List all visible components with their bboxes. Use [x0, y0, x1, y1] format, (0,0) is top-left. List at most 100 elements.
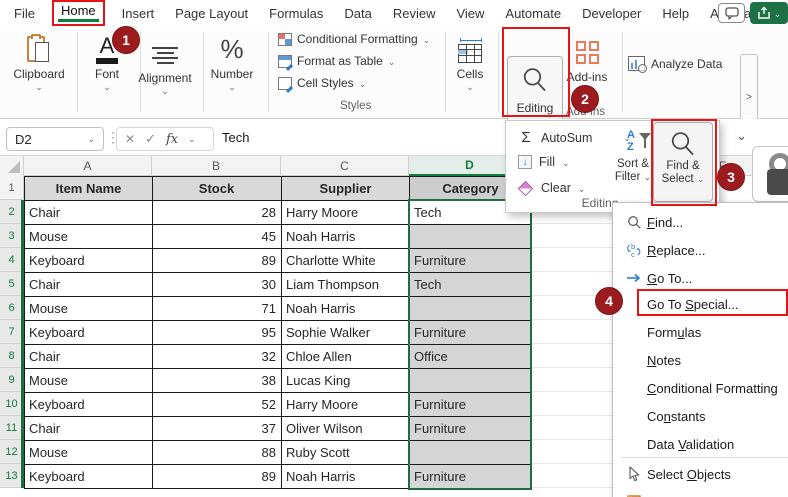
tab-automate[interactable]: Automate	[503, 4, 563, 23]
cell-item-name[interactable]: Keyboard	[25, 393, 153, 417]
cell-stock[interactable]: 28	[153, 201, 282, 225]
ribbon-tab-bar: File Home Insert Page Layout Formulas Da…	[0, 0, 788, 26]
cell-category[interactable]: Furniture	[410, 465, 532, 489]
cell-supplier[interactable]: Charlotte White	[282, 249, 410, 273]
col-header-b[interactable]: B	[152, 156, 281, 176]
tab-formulas[interactable]: Formulas	[267, 4, 325, 23]
number-group-button[interactable]: % Number ⌄	[201, 30, 263, 92]
cell-category[interactable]: Furniture	[410, 393, 532, 417]
header-cell-item-name[interactable]: Item Name	[25, 177, 153, 201]
tab-help[interactable]: Help	[660, 4, 691, 23]
cell-item-name[interactable]: Keyboard	[25, 321, 153, 345]
cell-item-name[interactable]: Chair	[25, 201, 153, 225]
clipboard-group-button[interactable]: Clipboard ⌄	[8, 30, 70, 92]
tab-insert[interactable]: Insert	[120, 4, 157, 23]
cell-supplier[interactable]: Noah Harris	[282, 297, 410, 321]
cell-stock[interactable]: 52	[153, 393, 282, 417]
cell-item-name[interactable]: Chair	[25, 273, 153, 297]
cell-supplier[interactable]: Harry Moore	[282, 393, 410, 417]
menu-item-select-objects[interactable]: Select Objects	[613, 461, 788, 487]
comments-button[interactable]	[718, 3, 745, 23]
fill-button[interactable]: ↓ Fill ⌄	[518, 155, 570, 169]
cell-item-name[interactable]: Keyboard	[25, 249, 153, 273]
insert-function-icon[interactable]: fx	[166, 132, 178, 147]
cell-item-name[interactable]: Mouse	[25, 297, 153, 321]
cell-stock[interactable]: 89	[153, 249, 282, 273]
addins-button[interactable]: Add-ins	[560, 30, 614, 84]
tab-file[interactable]: File	[12, 4, 37, 23]
cell-stock[interactable]: 95	[153, 321, 282, 345]
cell-stock[interactable]: 38	[153, 369, 282, 393]
cell-stock[interactable]: 32	[153, 345, 282, 369]
cell-category[interactable]: Furniture	[410, 417, 532, 441]
menu-item-selection-pane[interactable]: Selection Pane...	[613, 489, 788, 497]
header-cell-stock[interactable]: Stock	[153, 177, 282, 201]
tab-data[interactable]: Data	[342, 4, 373, 23]
alignment-group-button[interactable]: Alignment ⌄	[134, 30, 196, 96]
select-all-corner[interactable]	[0, 156, 24, 176]
menu-item-constants[interactable]: Constants	[613, 403, 788, 429]
cell-supplier[interactable]: Liam Thompson	[282, 273, 410, 297]
cell-supplier[interactable]: Lucas King	[282, 369, 410, 393]
tab-view[interactable]: View	[454, 4, 486, 23]
cell-stock[interactable]: 37	[153, 417, 282, 441]
expand-formula-bar-icon[interactable]: ⌄	[736, 128, 747, 144]
cell-category[interactable]	[410, 369, 532, 393]
cell-supplier[interactable]: Harry Moore	[282, 201, 410, 225]
cell-item-name[interactable]: Mouse	[25, 441, 153, 465]
cell-category[interactable]	[410, 297, 532, 321]
menu-item-find[interactable]: Find...	[613, 209, 788, 235]
cancel-icon[interactable]: ✕	[125, 132, 135, 146]
autosum-button[interactable]: Σ AutoSum ⌄	[518, 129, 631, 146]
share-button[interactable]: ⌄	[750, 2, 788, 24]
tab-developer[interactable]: Developer	[580, 4, 643, 23]
cell-stock[interactable]: 89	[153, 465, 282, 489]
sort-filter-button[interactable]: Sort & Filter ⌄	[608, 158, 658, 184]
col-header-c[interactable]: C	[281, 156, 409, 176]
cell-item-name[interactable]: Chair	[25, 345, 153, 369]
row-header-1[interactable]: 1	[0, 176, 24, 200]
cell-supplier[interactable]: Noah Harris	[282, 225, 410, 249]
cell-stock[interactable]: 30	[153, 273, 282, 297]
formula-bar-value[interactable]: Tech	[222, 130, 249, 145]
cell-supplier[interactable]: Chloe Allen	[282, 345, 410, 369]
cell-category[interactable]	[410, 441, 532, 465]
menu-item-go-to-special[interactable]: Go To Special...	[613, 291, 788, 317]
header-cell-supplier[interactable]: Supplier	[282, 177, 410, 201]
clear-button[interactable]: Clear ⌄	[517, 180, 585, 196]
cell-category[interactable]: Furniture	[410, 249, 532, 273]
menu-item-formulas[interactable]: Formulas	[613, 319, 788, 345]
cells-group-button[interactable]: Cells ⌄	[440, 30, 500, 92]
cell-item-name[interactable]: Keyboard	[25, 465, 153, 489]
format-as-table-button[interactable]: Format as Table ⌄	[278, 54, 395, 71]
cell-stock[interactable]: 88	[153, 441, 282, 465]
cell-item-name[interactable]: Mouse	[25, 369, 153, 393]
cell-supplier[interactable]: Noah Harris	[282, 465, 410, 489]
tab-home[interactable]: Home	[51, 0, 105, 26]
cell-category[interactable]: Office	[410, 345, 532, 369]
cell-styles-button[interactable]: Cell Styles ⌄	[278, 76, 366, 93]
cell-supplier[interactable]: Ruby Scott	[282, 441, 410, 465]
cell-item-name[interactable]: Mouse	[25, 225, 153, 249]
find-select-button[interactable]: Find & Select ⌄	[653, 122, 713, 202]
cell-supplier[interactable]: Sophie Walker	[282, 321, 410, 345]
tab-page-layout[interactable]: Page Layout	[173, 4, 250, 23]
cell-supplier[interactable]: Oliver Wilson	[282, 417, 410, 441]
cell-stock[interactable]: 45	[153, 225, 282, 249]
confirm-icon[interactable]: ✓	[145, 131, 156, 147]
col-header-a[interactable]: A	[24, 156, 152, 176]
menu-item-go-to[interactable]: Go To...	[613, 265, 788, 291]
menu-item-notes[interactable]: Notes	[613, 347, 788, 373]
menu-item-replace[interactable]: bc Replace...	[613, 237, 788, 263]
cell-item-name[interactable]: Chair	[25, 417, 153, 441]
tab-review[interactable]: Review	[391, 4, 438, 23]
menu-item-data-validation[interactable]: Data Validation	[613, 431, 788, 457]
cell-stock[interactable]: 71	[153, 297, 282, 321]
cell-category[interactable]	[410, 225, 532, 249]
cell-category[interactable]: Tech	[410, 273, 532, 297]
conditional-formatting-button[interactable]: Conditional Formatting ⌄	[278, 32, 430, 46]
cell-category[interactable]: Furniture	[410, 321, 532, 345]
analyze-data-button[interactable]: Analyze Data	[628, 56, 722, 73]
menu-item-conditional-formatting[interactable]: Conditional Formatting	[613, 375, 788, 401]
name-box[interactable]: D2 ⌄	[6, 127, 104, 151]
